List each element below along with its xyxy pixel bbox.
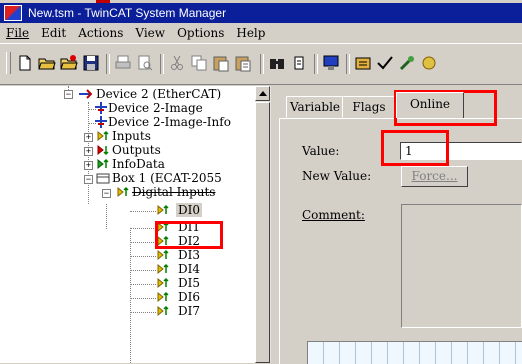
tree-item-inputs[interactable]: Inputs <box>112 129 151 143</box>
generate-mappings-icon[interactable] <box>322 54 340 72</box>
check-configuration-icon[interactable] <box>354 54 372 72</box>
tree-item-di4[interactable]: DI4 <box>178 262 200 276</box>
menu-bar: File Edit Actions View Options Help <box>0 23 522 43</box>
force-button[interactable]: Force... <box>401 166 468 187</box>
tree-branch <box>130 211 156 212</box>
tree-item-device2-image[interactable]: Device 2-Image <box>108 101 203 115</box>
tree-item-device2-image-info[interactable]: Device 2-Image-Info <box>108 115 231 129</box>
toolbar-separator <box>314 54 318 74</box>
scroll-up-arrow-icon[interactable] <box>255 86 270 101</box>
title-bar: New.tsm - TwinCAT System Manager <box>0 3 522 23</box>
menu-help[interactable]: Help <box>236 26 265 40</box>
tree-item-di5[interactable]: DI5 <box>178 276 200 290</box>
tree-item-outputs[interactable]: Outputs <box>112 143 161 157</box>
tree-item-box1[interactable]: Box 1 (ECAT-2055 <box>112 171 222 185</box>
find-icon[interactable] <box>268 54 286 72</box>
copy-icon[interactable] <box>190 54 208 72</box>
tree-item-infodata[interactable]: InfoData <box>112 157 165 171</box>
menu-edit[interactable]: Edit <box>41 26 66 40</box>
tree-item-di0[interactable]: DI0 <box>176 203 202 217</box>
di7-variable-icon <box>157 305 169 317</box>
paste-icon[interactable] <box>212 54 230 72</box>
restart-icon[interactable] <box>398 54 416 72</box>
tree-branch <box>130 242 156 243</box>
tab-online[interactable]: Online <box>396 92 464 118</box>
tree-view[interactable]: − Device 2 (EtherCAT) Device 2-Image Dev… <box>0 86 256 363</box>
tab-flags[interactable]: Flags <box>342 96 396 118</box>
ethercat-device-icon <box>79 89 92 99</box>
expand-box1[interactable]: − <box>84 175 93 185</box>
tree-guide <box>106 204 107 229</box>
expand-outputs[interactable]: + <box>84 147 93 157</box>
di0-variable-icon <box>157 204 169 216</box>
new-value-label: New Value: <box>302 169 372 183</box>
di1-variable-icon <box>157 221 169 233</box>
di3-variable-icon <box>157 249 169 261</box>
inputs-icon <box>97 130 109 142</box>
tree-branch <box>130 298 156 299</box>
digital-inputs-icon <box>117 186 129 198</box>
cut-icon[interactable] <box>168 54 186 72</box>
box-icon <box>96 173 110 184</box>
toolbar-separator <box>106 54 110 74</box>
toolbar-separator <box>160 54 164 74</box>
tab-variable[interactable]: Variable <box>286 96 344 118</box>
window-title: New.tsm - TwinCAT System Manager <box>28 6 227 20</box>
scrollbar-thumb[interactable] <box>255 102 270 363</box>
tree-item-di1[interactable]: DI1 <box>178 220 200 234</box>
menu-view[interactable]: View <box>135 26 165 40</box>
save-icon[interactable] <box>82 54 100 72</box>
find-next-icon[interactable] <box>290 54 308 72</box>
open-recent-icon[interactable] <box>60 54 78 72</box>
online-data-grid <box>307 341 522 364</box>
menu-actions[interactable]: Actions <box>78 26 123 40</box>
tree-branch <box>130 256 156 257</box>
tree-scrollbar[interactable] <box>254 86 271 363</box>
tree-branch <box>130 270 156 271</box>
twincat-app-icon[interactable] <box>4 5 22 21</box>
value-label: Value: <box>302 144 340 158</box>
tree-item-di2[interactable]: DI2 <box>178 234 200 248</box>
toolbar <box>0 43 522 85</box>
image-icon <box>95 102 107 114</box>
outputs-icon <box>97 144 109 156</box>
paste-special-icon[interactable] <box>234 54 252 72</box>
activate-configuration-icon[interactable] <box>376 54 394 72</box>
expand-device2[interactable]: − <box>64 90 73 100</box>
di2-variable-icon <box>157 235 169 247</box>
tree-item-di6[interactable]: DI6 <box>178 290 200 304</box>
expand-inputs[interactable]: + <box>84 133 93 143</box>
di6-variable-icon <box>157 291 169 303</box>
print-icon[interactable] <box>114 54 132 72</box>
tree-branch <box>130 284 156 285</box>
di4-variable-icon <box>157 263 169 275</box>
di5-variable-icon <box>157 277 169 289</box>
infodata-icon <box>97 158 109 170</box>
menu-options[interactable]: Options <box>177 26 224 40</box>
value-field[interactable]: 1 <box>400 142 522 160</box>
config-mode-icon[interactable] <box>420 54 438 72</box>
expand-infodata[interactable]: + <box>84 161 93 171</box>
new-icon[interactable] <box>16 54 34 72</box>
menu-file[interactable]: File <box>6 26 29 40</box>
tree-guide <box>130 228 131 363</box>
tree-item-di3[interactable]: DI3 <box>178 248 200 262</box>
tree-item-di7[interactable]: DI7 <box>178 304 200 318</box>
open-icon[interactable] <box>38 54 56 72</box>
comment-label: Comment: <box>302 208 365 222</box>
toolbar-grip[interactable] <box>6 52 11 74</box>
image-info-icon <box>95 116 107 128</box>
print-preview-icon[interactable] <box>136 54 154 72</box>
tree-branch <box>130 312 156 313</box>
toolbar-separator <box>260 54 264 74</box>
comment-box[interactable] <box>401 204 522 328</box>
tree-item-digital-inputs[interactable]: Digital Inputs <box>132 185 215 199</box>
toolbar-separator <box>346 54 350 74</box>
tree-item-device2[interactable]: Device 2 (EtherCAT) <box>96 87 221 101</box>
expand-digital-inputs[interactable]: − <box>102 189 111 199</box>
tree-branch <box>130 228 156 229</box>
